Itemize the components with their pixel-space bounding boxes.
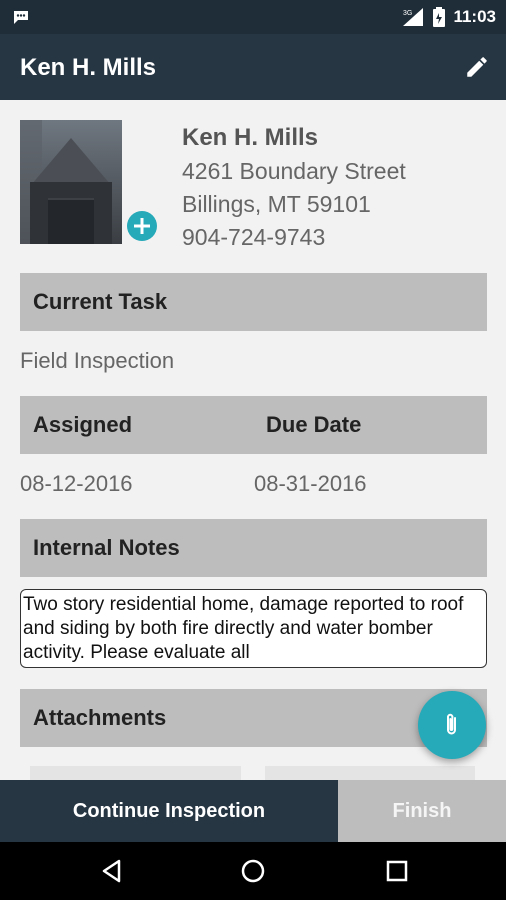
signal-icon: 3G	[403, 8, 424, 26]
attachment-icon	[447, 713, 456, 735]
assigned-label: Assigned	[33, 412, 133, 437]
current-task-label: Current Task	[33, 289, 168, 314]
attachments-label: Attachments	[33, 705, 167, 730]
back-icon[interactable]	[99, 858, 125, 884]
attachments-list	[30, 766, 475, 780]
dates-header: Assigned Due Date	[20, 396, 487, 454]
status-bar: 3G 11:03	[0, 0, 506, 34]
add-photo-icon[interactable]	[127, 211, 157, 241]
network-label: 3G	[403, 10, 412, 17]
home-icon[interactable]	[240, 858, 266, 884]
inspection-details: Ken H. Mills 4261 Boundary Street Billin…	[0, 100, 506, 780]
edit-icon[interactable]	[464, 54, 490, 80]
attachment-thumbnail[interactable]	[264, 766, 475, 780]
attachment-thumbnail[interactable]	[30, 766, 241, 780]
due-date: 08-31-2016	[254, 471, 367, 496]
phone-number[interactable]: 904-724-9743	[182, 224, 325, 251]
add-attachment-button[interactable]	[418, 691, 486, 759]
due-date-label: Due Date	[266, 412, 362, 437]
property-photo[interactable]	[20, 120, 122, 244]
internal-notes-header: Internal Notes	[20, 519, 487, 577]
status-time: 11:03	[453, 7, 496, 26]
recents-icon[interactable]	[384, 858, 410, 884]
message-icon	[14, 11, 28, 24]
address-line1: 4261 Boundary Street	[182, 158, 406, 184]
attachments-header: Attachments	[20, 689, 487, 747]
internal-notes-label: Internal Notes	[33, 535, 180, 560]
continue-inspection-button[interactable]: Continue Inspection	[0, 780, 338, 842]
current-task-header: Current Task	[20, 273, 487, 331]
contact-name: Ken H. Mills	[182, 124, 319, 151]
battery-icon	[433, 7, 446, 27]
system-nav-bar	[0, 842, 506, 900]
address-line2: Billings, MT 59101	[182, 191, 371, 217]
assigned-date: 08-12-2016	[20, 471, 133, 496]
bottom-action-bar: Continue Inspection Finish	[0, 780, 506, 842]
page-title: Ken H. Mills	[20, 54, 157, 81]
app-bar: Ken H. Mills	[0, 34, 506, 100]
internal-notes-field[interactable]: Two story residential home, damage repor…	[20, 589, 487, 668]
finish-button[interactable]: Finish	[338, 780, 506, 842]
current-task-value: Field Inspection	[20, 348, 175, 373]
